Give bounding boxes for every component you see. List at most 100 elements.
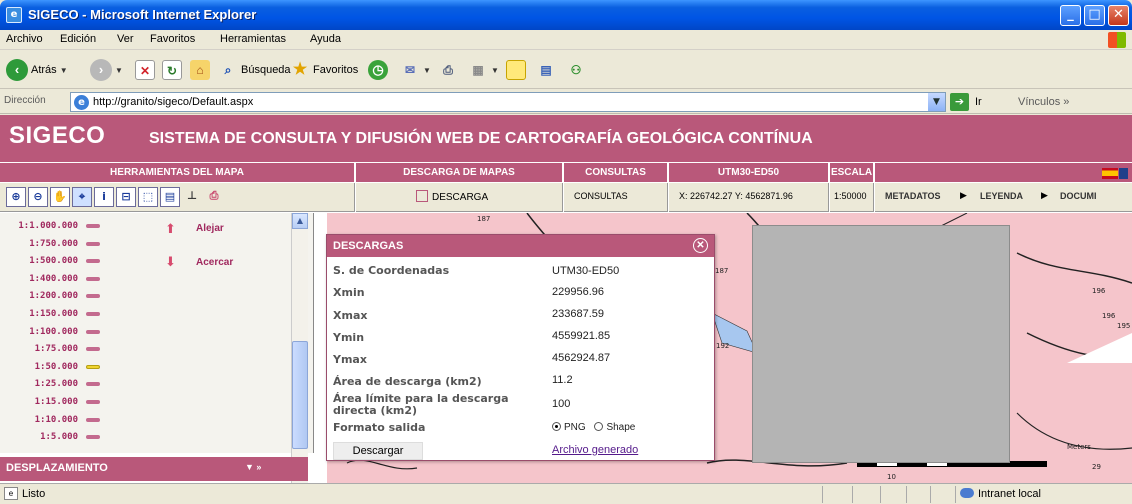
spanish-flag-icon[interactable] <box>1102 168 1118 179</box>
scale-option[interactable]: 1:200.000 <box>18 291 78 301</box>
scale-option[interactable]: 1:10.000 <box>18 415 78 425</box>
go-arrow-icon[interactable]: ➔ <box>950 93 969 111</box>
coordinates-icon[interactable]: ⊥ <box>182 187 202 207</box>
research-icon: ▤ <box>540 63 552 77</box>
address-url[interactable]: http://granito/sigeco/Default.aspx <box>93 96 253 108</box>
label-download-area: Área de descarga (km2) <box>333 375 482 388</box>
scale-marker[interactable] <box>86 224 100 228</box>
zoom-out-link[interactable]: Alejar <box>196 223 224 234</box>
scale-marker[interactable] <box>86 364 100 369</box>
zoom-in-arrow-icon[interactable]: ⬇ <box>165 255 176 270</box>
address-dropdown-icon[interactable]: ▼ <box>928 93 945 111</box>
download-submit-button[interactable]: Descargar <box>333 442 423 460</box>
menu-edicion[interactable]: Edición <box>60 33 96 45</box>
radio-png[interactable] <box>552 422 561 431</box>
scale-option[interactable]: 1:150.000 <box>18 309 78 319</box>
measure-icon[interactable]: ⊟ <box>116 187 136 207</box>
search-button[interactable]: ⌕ Búsqueda <box>218 57 291 83</box>
mail-button[interactable]: ✉ ▼ <box>400 57 431 83</box>
scale-option[interactable]: 1:500.000 <box>18 256 78 266</box>
label-coord-system: S. de Coordenadas <box>333 264 450 277</box>
scale-marker[interactable] <box>86 400 100 404</box>
layers-icon[interactable]: ▤ <box>160 187 180 207</box>
links-button[interactable]: Vínculos » <box>1018 96 1069 108</box>
note-icon <box>506 60 526 80</box>
value-ymin: 4559921.85 <box>552 330 611 342</box>
close-dialog-icon[interactable]: ✕ <box>693 238 708 253</box>
menu-herramientas[interactable]: Herramientas <box>220 33 286 45</box>
scale-readout: 1:50000 <box>834 191 867 201</box>
discuss-button[interactable] <box>506 57 526 83</box>
scroll-up-icon[interactable]: ▲ <box>292 213 308 229</box>
nav-leyenda[interactable]: LEYENDA <box>980 191 1023 201</box>
menu-favoritos[interactable]: Favoritos <box>150 33 195 45</box>
scale-marker[interactable] <box>86 294 100 299</box>
home-button[interactable]: ⌂ <box>190 57 210 83</box>
scale-option[interactable]: 1:50.000 <box>18 362 78 372</box>
english-flag-icon[interactable] <box>1119 168 1128 179</box>
language-flags[interactable] <box>1102 168 1128 179</box>
zoom-extent-icon[interactable]: ⌖ <box>72 187 92 207</box>
ie-app-icon: e <box>6 7 22 23</box>
menu-archivo[interactable]: Archivo <box>6 33 43 45</box>
browser-toolbar: ‹ Atrás ▼ › ▼ ✕ ↻ ⌂ ⌕ Búsqueda ★ Favorit… <box>0 51 1132 89</box>
select-area-icon[interactable]: ⬚ <box>138 187 158 207</box>
queries-button[interactable]: CONSULTAS <box>574 191 628 201</box>
maximize-button[interactable]: □ <box>1084 5 1105 26</box>
menu-ver[interactable]: Ver <box>117 33 134 45</box>
value-download-area: 11.2 <box>552 374 573 386</box>
scale-option[interactable]: 1:100.000 <box>18 327 78 337</box>
minimize-button[interactable]: _ <box>1060 5 1081 26</box>
value-xmax: 233687.59 <box>552 308 604 320</box>
scale-option[interactable]: 1:25.000 <box>18 379 78 389</box>
nav-documentos[interactable]: DOCUMI <box>1060 191 1097 201</box>
scale-option[interactable]: 1:1.000.000 <box>18 221 78 231</box>
zoom-in-link[interactable]: Acercar <box>196 257 233 268</box>
close-button[interactable]: ✕ <box>1108 5 1129 26</box>
scale-marker[interactable] <box>86 276 100 281</box>
back-button[interactable]: ‹ Atrás ▼ <box>6 57 68 83</box>
stop-button[interactable]: ✕ <box>135 57 155 83</box>
floppy-icon <box>416 190 428 202</box>
messenger-button[interactable]: ⚇ <box>566 57 586 83</box>
scale-marker[interactable] <box>86 382 100 387</box>
edit-button[interactable]: ▦ ▼ <box>468 57 499 83</box>
radio-shape-label[interactable]: Shape <box>606 422 635 433</box>
radio-png-label[interactable]: PNG <box>564 422 586 433</box>
refresh-button[interactable]: ↻ <box>162 57 182 83</box>
go-button[interactable]: Ir <box>975 96 982 108</box>
zoom-in-icon[interactable]: ⊕ <box>6 187 26 207</box>
print-button[interactable]: ⎙ <box>438 57 458 83</box>
nav-metadatos[interactable]: METADATOS <box>885 191 941 201</box>
scale-option[interactable]: 1:5.000 <box>18 432 78 442</box>
scale-marker[interactable] <box>86 435 100 440</box>
address-input[interactable]: e http://granito/sigeco/Default.aspx ▼ <box>70 92 946 112</box>
research-button[interactable]: ▤ <box>536 57 556 83</box>
download-button[interactable]: DESCARGA <box>416 190 488 203</box>
collapse-icon[interactable]: ▼ » <box>245 462 261 472</box>
scale-option[interactable]: 1:75.000 <box>18 344 78 354</box>
menu-ayuda[interactable]: Ayuda <box>310 33 341 45</box>
scale-option[interactable]: 1:400.000 <box>18 274 78 284</box>
scale-marker[interactable] <box>86 259 100 264</box>
scale-marker[interactable] <box>86 329 100 334</box>
scale-marker[interactable] <box>86 417 100 422</box>
pan-hand-icon[interactable]: ✋ <box>50 187 70 207</box>
zoom-out-arrow-icon[interactable]: ⬆ <box>165 222 176 237</box>
zoom-out-icon[interactable]: ⊖ <box>28 187 48 207</box>
scale-marker[interactable] <box>86 347 100 352</box>
generated-file-link[interactable]: Archivo generado <box>552 444 638 456</box>
scale-option[interactable]: 1:750.000 <box>18 239 78 249</box>
info-icon[interactable]: i <box>94 187 114 207</box>
history-button[interactable]: ◷ <box>368 57 388 83</box>
print-map-icon[interactable]: ⎙ <box>204 187 224 207</box>
scale-marker[interactable] <box>86 312 100 316</box>
scroll-thumb[interactable] <box>292 341 308 449</box>
scale-option[interactable]: 1:15.000 <box>18 397 78 407</box>
radio-shape[interactable] <box>594 422 604 431</box>
scale-marker[interactable] <box>86 241 100 246</box>
forward-button[interactable]: › ▼ <box>90 57 123 83</box>
pan-panel-header[interactable]: DESPLAZAMIENTO ▼ » <box>0 457 308 481</box>
scale-panel-scrollbar[interactable]: ▲ ▼ <box>291 213 308 483</box>
favorites-button[interactable]: ★ Favoritos <box>290 57 358 83</box>
